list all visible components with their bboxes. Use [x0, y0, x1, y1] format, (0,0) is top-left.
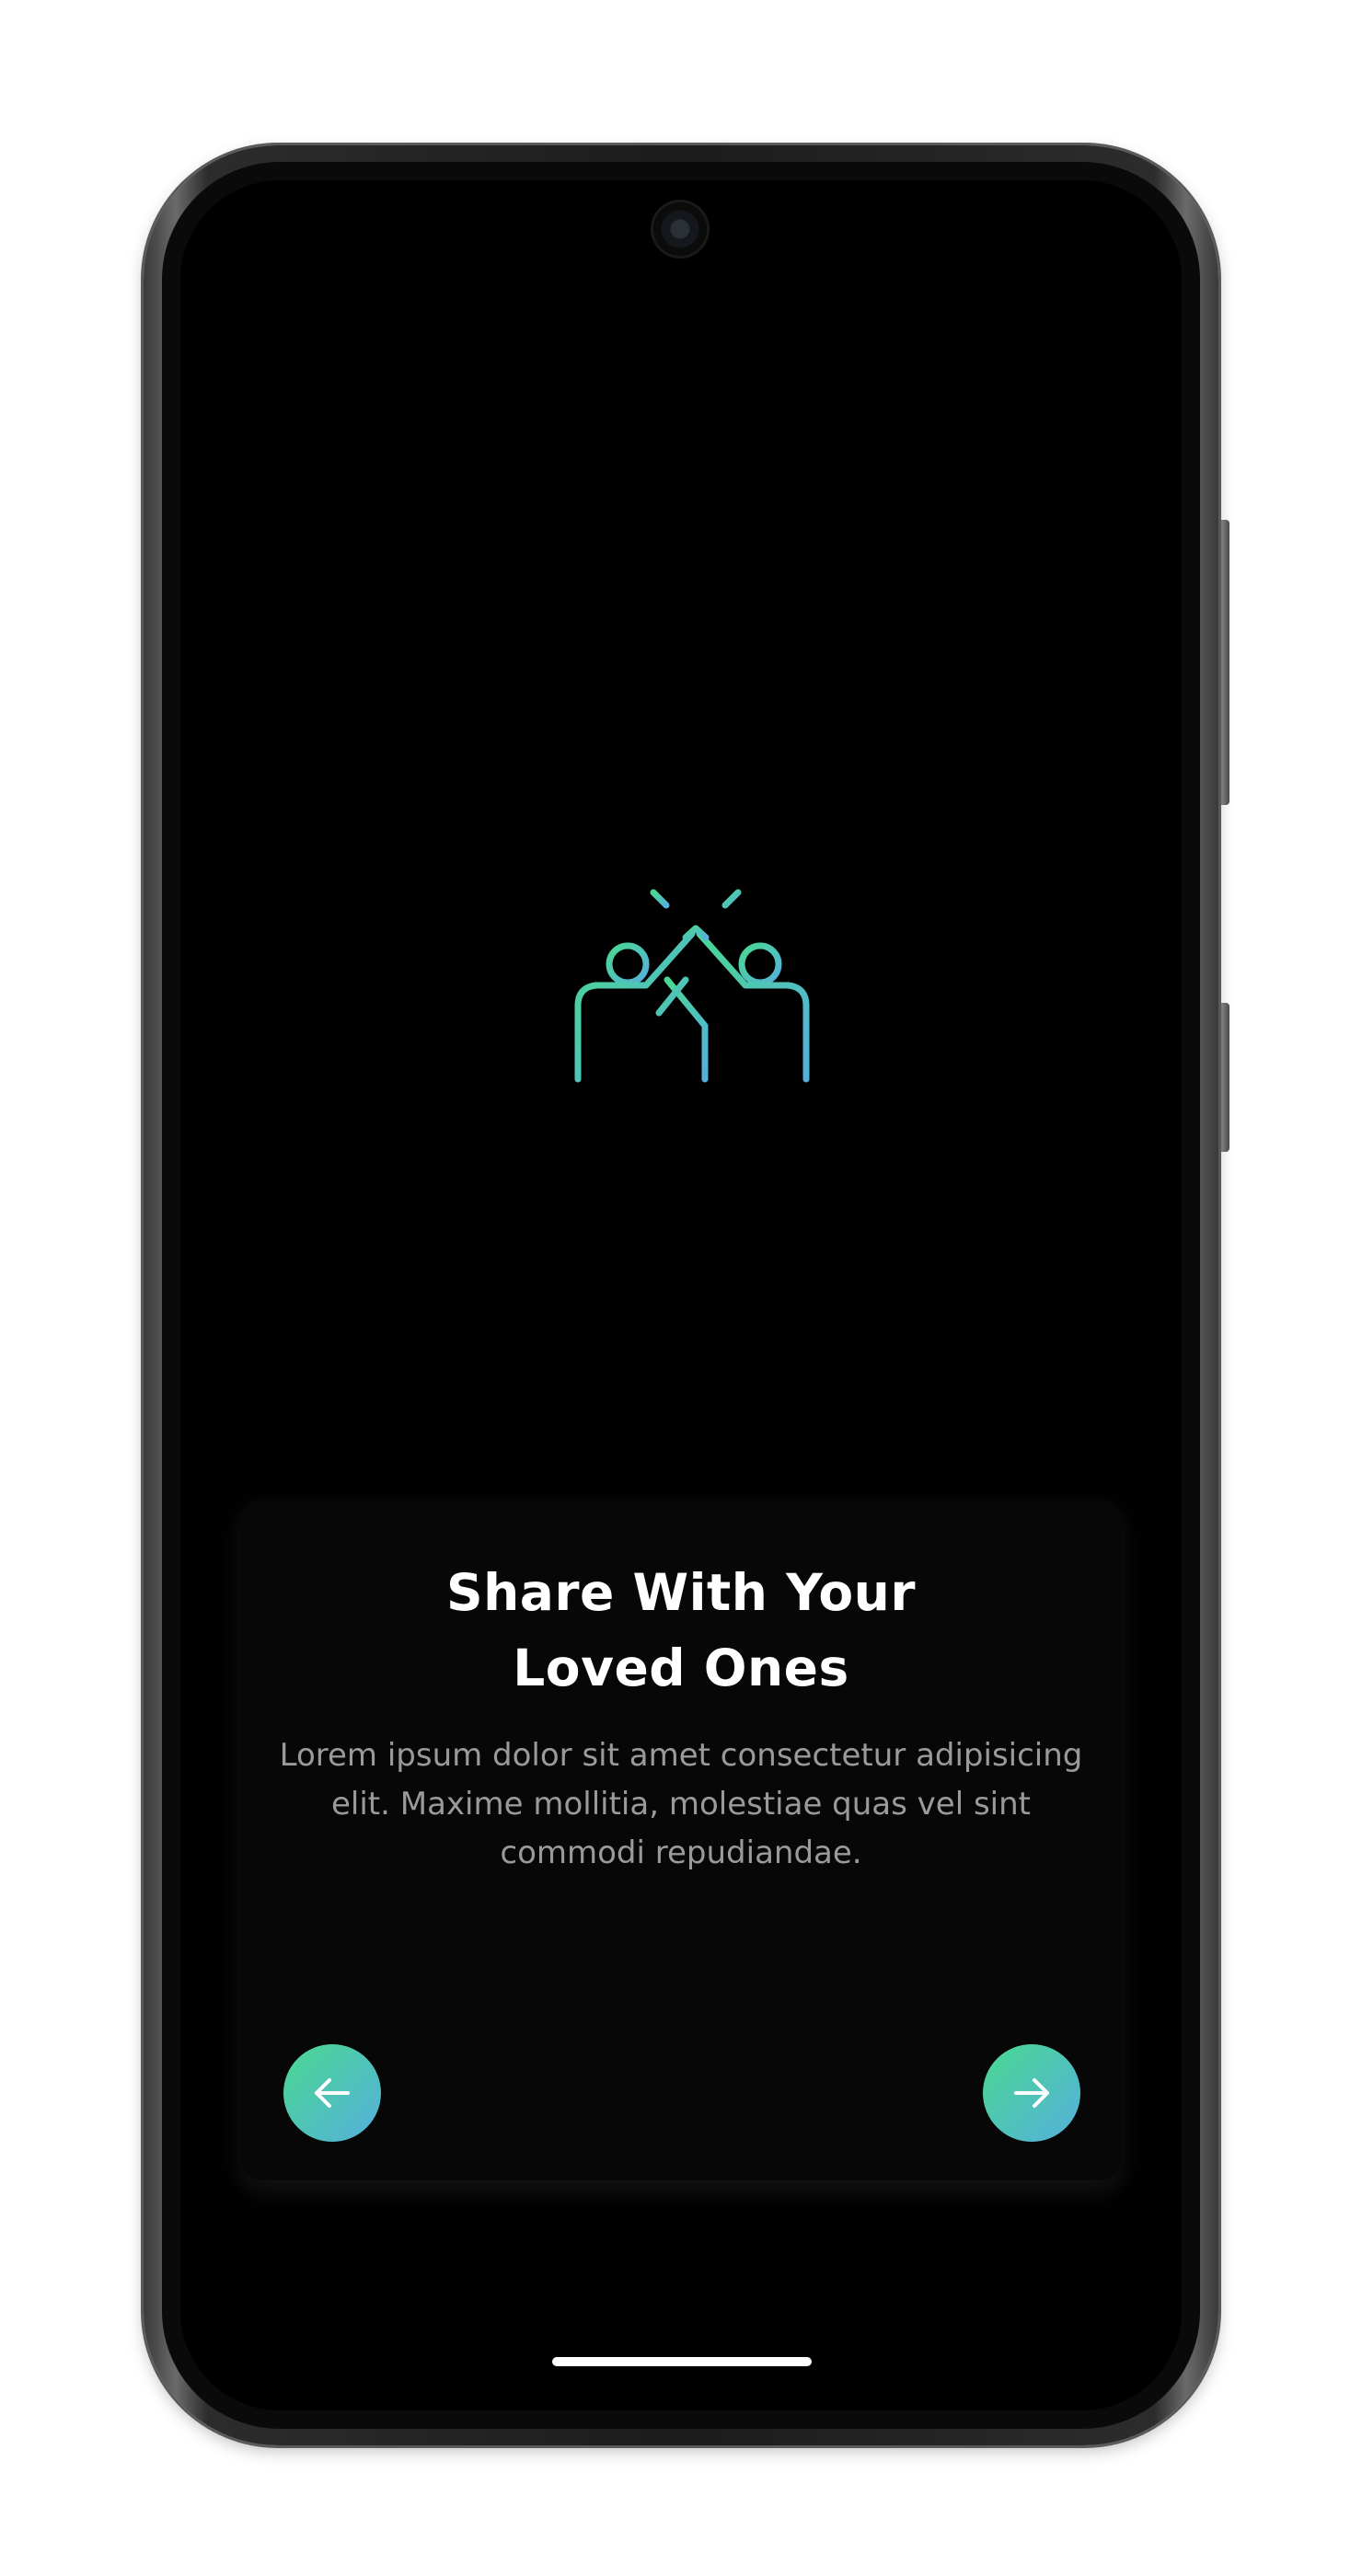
next-button[interactable]: [983, 2044, 1080, 2142]
device-mockup: Share With Your Loved Ones Lorem ipsum d…: [0, 0, 1362, 2576]
previous-button[interactable]: [283, 2044, 381, 2142]
onboarding-title: Share With Your Loved Ones: [446, 1563, 916, 1697]
onboarding-card: Share With Your Loved Ones Lorem ipsum d…: [241, 1500, 1121, 2180]
home-indicator[interactable]: [552, 2357, 812, 2366]
high-five-icon: [574, 857, 810, 1083]
front-camera: [653, 202, 707, 256]
arrow-right-icon: [1014, 2078, 1049, 2108]
onboarding-description: Lorem ipsum dolor sit amet consectetur a…: [279, 1737, 1083, 1871]
arrow-left-icon: [315, 2078, 350, 2108]
